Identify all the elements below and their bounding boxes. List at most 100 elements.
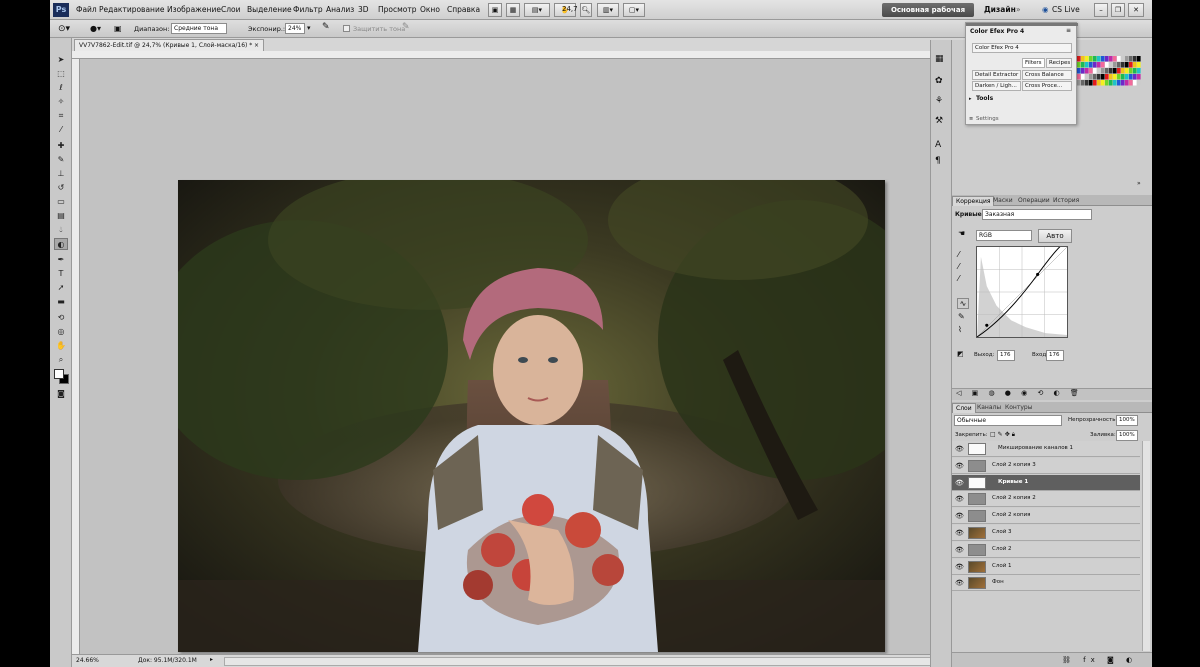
tab-layers[interactable]: Слои bbox=[952, 403, 976, 413]
swatch-cell[interactable] bbox=[1101, 56, 1105, 62]
exposure-dropdown-icon[interactable]: ▾ bbox=[307, 24, 311, 32]
range-select[interactable]: Средние тона bbox=[171, 23, 227, 34]
layer-row[interactable]: 👁︎ Слой 3 bbox=[952, 525, 1140, 541]
smooth-curve-icon[interactable]: ⌇ bbox=[958, 325, 962, 334]
cs-live-button[interactable]: CS Live bbox=[1052, 5, 1080, 14]
curves-graph[interactable] bbox=[976, 246, 1068, 338]
menu-analysis[interactable]: Анализ bbox=[326, 5, 354, 14]
swatch-cell[interactable] bbox=[1105, 56, 1109, 62]
swatches-grid[interactable] bbox=[1077, 56, 1141, 86]
swatch-cell[interactable] bbox=[1117, 80, 1121, 86]
clone-source-icon[interactable]: ⚘ bbox=[935, 96, 943, 106]
brush-preset-icon[interactable]: ●▾ bbox=[90, 22, 106, 36]
horizontal-ruler[interactable] bbox=[72, 51, 972, 59]
detail-extractor-button[interactable]: Detail Extractor bbox=[972, 70, 1021, 80]
close-button[interactable]: ✕ bbox=[1128, 3, 1144, 17]
clipping-warning-icon[interactable]: ◩ bbox=[957, 350, 964, 358]
swatch-cell[interactable] bbox=[1117, 56, 1121, 62]
swatch-cell[interactable] bbox=[1137, 74, 1141, 80]
swatch-cell[interactable] bbox=[1137, 62, 1141, 68]
swatch-cell[interactable] bbox=[1129, 56, 1133, 62]
zoom-status[interactable]: 24.66% bbox=[76, 657, 99, 664]
pressure-icon[interactable]: ✎ bbox=[402, 22, 410, 32]
visibility-eye-icon[interactable]: 👁︎ bbox=[955, 546, 964, 554]
swatch-cell[interactable] bbox=[1121, 80, 1125, 86]
type-tool-icon[interactable]: T bbox=[54, 268, 68, 280]
swatch-cell[interactable] bbox=[1077, 56, 1081, 62]
swatch-cell[interactable] bbox=[1137, 80, 1141, 86]
quick-mask-icon[interactable]: ◙ bbox=[54, 388, 68, 400]
swatch-cell[interactable] bbox=[1089, 62, 1093, 68]
swatch-cell[interactable] bbox=[1125, 74, 1129, 80]
swatch-cell[interactable] bbox=[1093, 62, 1097, 68]
layer-row[interactable]: 👁︎ Слой 1 bbox=[952, 558, 1140, 575]
color-efex-preset-field[interactable]: Color Efex Pro 4 bbox=[972, 43, 1072, 53]
swatch-cell[interactable] bbox=[1125, 80, 1129, 86]
menu-layers[interactable]: Слои bbox=[221, 5, 241, 14]
cross-balance-button[interactable]: Cross Balance bbox=[1022, 70, 1072, 80]
swatch-cell[interactable] bbox=[1081, 80, 1085, 86]
swatch-cell[interactable] bbox=[1113, 80, 1117, 86]
swatch-cell[interactable] bbox=[1093, 74, 1097, 80]
swatch-cell[interactable] bbox=[1125, 62, 1129, 68]
panel-grip[interactable] bbox=[966, 23, 1078, 26]
character-icon[interactable]: A bbox=[935, 140, 941, 150]
blur-tool-icon[interactable]: 💧︎ bbox=[54, 224, 68, 236]
swatch-cell[interactable] bbox=[1085, 74, 1089, 80]
layer-row[interactable]: 👁︎ Микширование каналов 1 bbox=[952, 441, 1140, 457]
zoom-tool-icon[interactable]: 🔍︎ bbox=[580, 3, 592, 17]
screen-mode-icon[interactable]: ▢▾ bbox=[623, 3, 645, 17]
fill-input[interactable]: 100% bbox=[1116, 430, 1138, 441]
swatch-cell[interactable] bbox=[1137, 68, 1141, 74]
dodge-tool-icon[interactable]: ⊙▾ bbox=[58, 22, 78, 36]
swatch-cell[interactable] bbox=[1109, 56, 1113, 62]
tab-recipes[interactable]: Recipes bbox=[1046, 58, 1072, 68]
tools-section[interactable]: Tools bbox=[976, 95, 993, 102]
output-value[interactable]: 176 bbox=[997, 350, 1015, 361]
swatch-cell[interactable] bbox=[1121, 62, 1125, 68]
marquee-tool-icon[interactable]: ⬚ bbox=[54, 68, 68, 80]
tab-paths[interactable]: Контуры bbox=[1002, 403, 1035, 413]
swatch-cell[interactable] bbox=[1089, 74, 1093, 80]
swatch-cell[interactable] bbox=[1109, 74, 1113, 80]
lock-icons[interactable]: □✎✥🔒︎ bbox=[990, 431, 1017, 439]
swatch-cell[interactable] bbox=[1085, 80, 1089, 86]
swatch-cell[interactable] bbox=[1113, 74, 1117, 80]
swatch-cell[interactable] bbox=[1101, 62, 1105, 68]
tab-history[interactable]: История bbox=[1050, 196, 1082, 206]
swatch-cell[interactable] bbox=[1133, 80, 1137, 86]
document-size-info[interactable]: Док: 95.1M/320.1M bbox=[138, 657, 197, 664]
crop-tool-icon[interactable]: ⌗ bbox=[54, 110, 68, 122]
swatch-cell[interactable] bbox=[1125, 68, 1129, 74]
eraser-tool-icon[interactable]: ▭ bbox=[54, 196, 68, 208]
swatch-cell[interactable] bbox=[1097, 68, 1101, 74]
adjustments-footer-icons[interactable]: ◁ ▣ ◍ ● ◉ ⟲ ◐ 🗑︎ bbox=[952, 388, 1152, 400]
swatch-cell[interactable] bbox=[1109, 68, 1113, 74]
workspace-more-icon[interactable]: » bbox=[1016, 5, 1021, 14]
swatch-cell[interactable] bbox=[1137, 56, 1141, 62]
layer-row[interactable]: 👁︎ Слой 2 копия bbox=[952, 508, 1140, 525]
pen-tool-icon[interactable]: ✒ bbox=[54, 254, 68, 266]
photo-girl-with-apples[interactable] bbox=[178, 180, 885, 652]
3d-rotate-tool-icon[interactable]: ⟲ bbox=[54, 312, 68, 324]
menu-3d[interactable]: 3D bbox=[358, 5, 369, 14]
tab-adjustments[interactable]: Коррекция bbox=[952, 196, 995, 206]
swatch-cell[interactable] bbox=[1117, 74, 1121, 80]
swatch-cell[interactable] bbox=[1125, 56, 1129, 62]
swatch-cell[interactable] bbox=[1089, 56, 1093, 62]
menu-window[interactable]: Окно bbox=[420, 5, 440, 14]
swatch-cell[interactable] bbox=[1081, 74, 1085, 80]
minimize-button[interactable]: – bbox=[1094, 3, 1108, 17]
gray-point-eyedropper-icon[interactable]: ⁄ bbox=[958, 262, 959, 271]
auto-button[interactable]: Авто bbox=[1038, 229, 1072, 243]
tab-masks[interactable]: Маски bbox=[990, 196, 1016, 206]
settings-icon[interactable]: ≡ bbox=[969, 116, 973, 122]
move-tool-icon[interactable]: ➤ bbox=[54, 54, 68, 66]
foreground-color-swatch[interactable] bbox=[54, 369, 64, 379]
swatch-cell[interactable] bbox=[1105, 68, 1109, 74]
swatch-cell[interactable] bbox=[1093, 56, 1097, 62]
visibility-eye-icon[interactable]: 👁︎ bbox=[955, 512, 964, 520]
document-canvas[interactable] bbox=[80, 59, 930, 654]
menu-edit[interactable]: Редактирование bbox=[99, 5, 164, 14]
zoom-level[interactable]: 24,7 bbox=[562, 5, 578, 13]
